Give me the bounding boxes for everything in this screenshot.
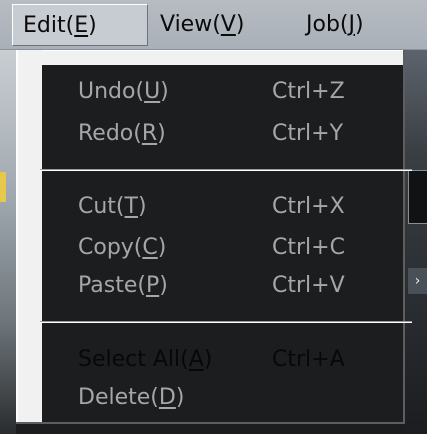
delete-suffix: ) — [175, 385, 185, 410]
undo-mnemonic: U — [144, 79, 161, 104]
select-all-text: Select All( — [78, 347, 189, 372]
paste-mnemonic: P — [145, 273, 160, 298]
menu-edit-label: Edit( — [23, 13, 75, 38]
menu-view-suffix: ) — [235, 12, 245, 37]
menu-item-paste-label: Paste(P) — [78, 266, 168, 306]
menu-view[interactable]: View(V) — [150, 4, 254, 46]
menu-item-paste-shortcut: Ctrl+V — [272, 273, 345, 298]
menu-item-select-all[interactable]: Select All(A) Ctrl+A — [42, 340, 412, 380]
menu-item-undo[interactable]: Undo(U) Ctrl+Z — [42, 72, 412, 112]
menu-edit-mnemonic: E — [74, 13, 89, 38]
menu-item-select-all-label: Select All(A) — [78, 340, 212, 380]
undo-text: Undo( — [78, 79, 145, 104]
paste-text: Paste( — [78, 273, 146, 298]
menu-separator — [40, 169, 412, 171]
undo-suffix: ) — [160, 79, 169, 104]
menu-item-cut[interactable]: Cut(T) Ctrl+X — [42, 187, 412, 227]
menu-view-label: View( — [160, 12, 221, 37]
cut-suffix: ) — [137, 194, 147, 219]
copy-suffix: ) — [157, 235, 167, 260]
select-all-suffix: ) — [203, 347, 213, 372]
copy-text: Copy( — [78, 235, 143, 260]
menu-view-mnemonic: V — [220, 12, 236, 37]
select-all-mnemonic: A — [188, 347, 204, 372]
menu-job-suffix: ) — [355, 12, 364, 37]
menu-item-copy-shortcut: Ctrl+C — [272, 235, 345, 260]
delete-text: Delete( — [78, 385, 159, 410]
background-left-tab — [0, 172, 6, 202]
menu-item-redo-shortcut: Ctrl+Y — [272, 121, 344, 146]
menu-item-copy[interactable]: Copy(C) Ctrl+C — [42, 228, 412, 268]
redo-text: Redo( — [78, 121, 142, 146]
redo-mnemonic: R — [141, 121, 158, 146]
menu-separator — [40, 321, 412, 323]
menu-item-cut-label: Cut(T) — [78, 187, 147, 227]
delete-mnemonic: D — [158, 385, 176, 410]
background-window-left — [0, 50, 16, 434]
copy-mnemonic: C — [142, 235, 158, 260]
menu-item-undo-shortcut: Ctrl+Z — [272, 79, 345, 104]
cut-mnemonic: T — [124, 194, 138, 219]
menu-edit-suffix: ) — [88, 13, 97, 38]
menu-item-redo[interactable]: Redo(R) Ctrl+Y — [42, 114, 412, 154]
menu-item-cut-shortcut: Ctrl+X — [272, 194, 345, 219]
menu-item-undo-label: Undo(U) — [78, 72, 169, 112]
menu-bar: Edit(E) View(V) Job(J) — [0, 0, 427, 50]
edit-menu: Undo(U) Ctrl+Z Redo(R) Ctrl+Y Cut(T) Ctr… — [16, 50, 412, 424]
menu-item-copy-label: Copy(C) — [78, 228, 166, 268]
menu-item-delete[interactable]: Delete(D) — [42, 378, 412, 418]
menu-item-delete-label: Delete(D) — [78, 378, 184, 418]
menu-edit[interactable]: Edit(E) — [12, 4, 148, 46]
menu-item-select-all-shortcut: Ctrl+A — [272, 347, 345, 372]
cut-text: Cut( — [78, 194, 125, 219]
menu-item-redo-label: Redo(R) — [78, 114, 166, 154]
menu-item-paste[interactable]: Paste(P) Ctrl+V — [42, 266, 412, 306]
paste-suffix: ) — [159, 273, 168, 298]
menu-job-label: Job( — [306, 12, 349, 37]
redo-suffix: ) — [157, 121, 166, 146]
menu-job[interactable]: Job(J) — [296, 4, 374, 46]
